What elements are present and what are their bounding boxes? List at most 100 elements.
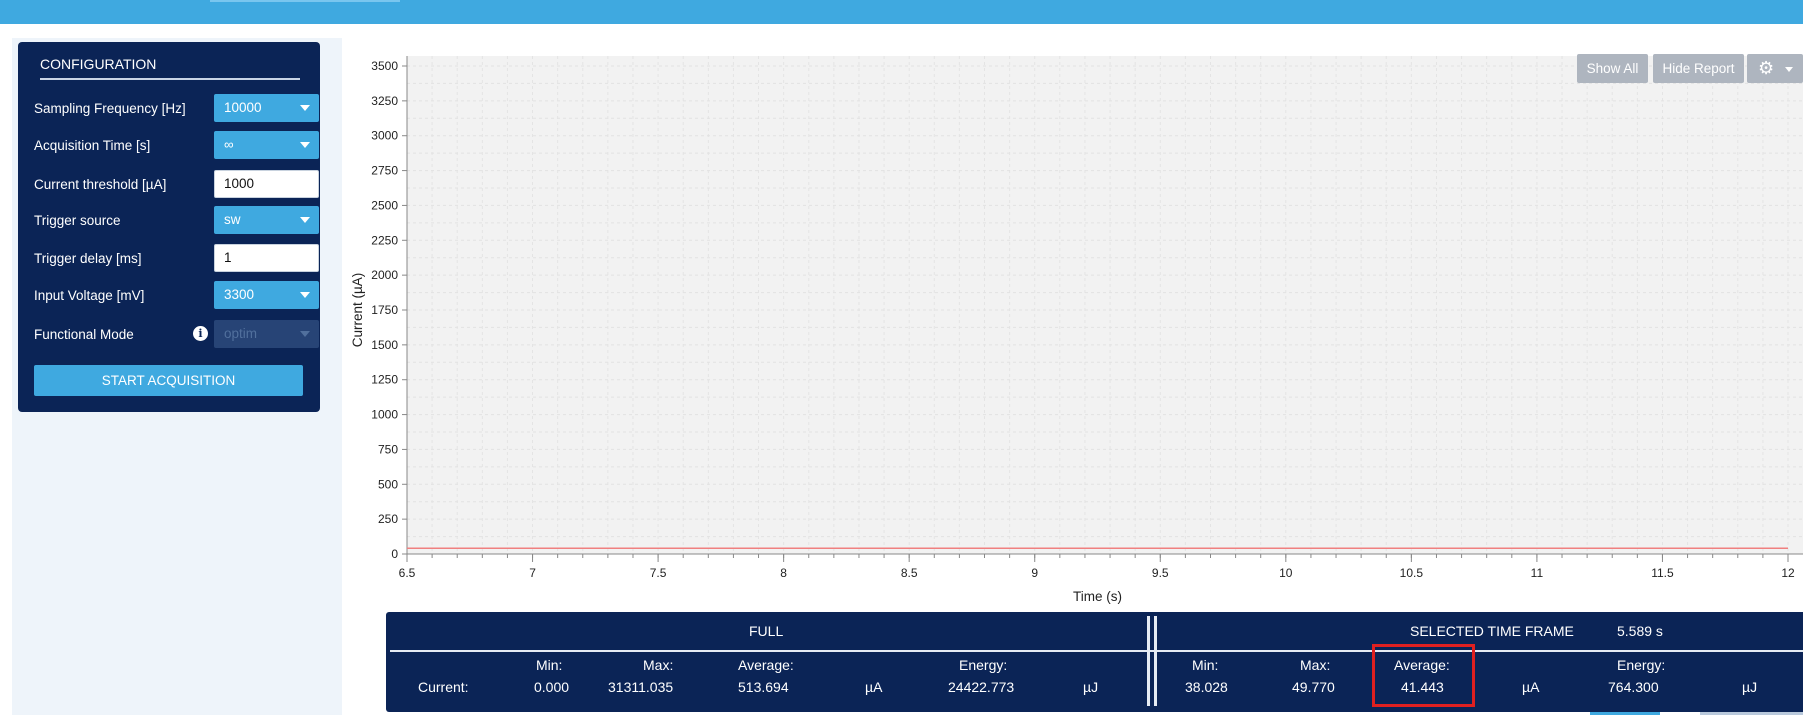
input-voltage-value: 3300 <box>224 287 255 302</box>
top-bar-tab-indicator <box>210 0 400 2</box>
x-tick-label: 11 <box>1531 566 1544 580</box>
y-tick-label: 2000 <box>371 268 398 282</box>
functional-mode-select: optim <box>214 320 319 348</box>
chevron-down-icon <box>1785 67 1793 72</box>
acquisition-time-label: Acquisition Time [s] <box>34 138 151 153</box>
trigger-delay-row: Trigger delay [ms] 1 <box>34 244 319 274</box>
x-tick-label: 9.5 <box>1152 566 1169 580</box>
chevron-down-icon <box>300 142 310 148</box>
full-min-header: Min: <box>536 657 563 673</box>
y-tick-label: 250 <box>378 512 398 526</box>
functional-mode-row: Functional Mode i optim <box>34 320 319 350</box>
y-tick-label: 3500 <box>371 59 398 73</box>
full-average-header: Average: <box>738 657 794 673</box>
full-average-value: 513.694 <box>738 679 789 695</box>
x-tick-label: 7.5 <box>650 566 667 580</box>
full-min-value: 0.000 <box>534 679 570 695</box>
y-tick-label: 1000 <box>371 408 398 422</box>
functional-mode-label: Functional Mode <box>34 327 134 342</box>
current-threshold-input[interactable]: 1000 <box>214 170 319 198</box>
y-tick-label: 2750 <box>371 164 398 178</box>
report-divider <box>1154 616 1157 706</box>
acquisition-time-select[interactable]: ∞ <box>214 131 319 159</box>
current-threshold-row: Current threshold [µA] 1000 <box>34 170 319 200</box>
full-energy-header: Energy: <box>959 657 1008 673</box>
x-tick-label: 8.5 <box>901 566 918 580</box>
selected-duration: 5.589 s <box>1617 623 1663 639</box>
trigger-source-select[interactable]: sw <box>214 206 319 234</box>
chevron-down-icon <box>300 292 310 298</box>
left-gutter <box>0 24 12 715</box>
top-bar <box>0 0 1803 24</box>
gear-icon: ⚙ <box>1758 58 1775 78</box>
x-tick-label: 12 <box>1781 566 1795 580</box>
configuration-title: CONFIGURATION <box>40 56 300 80</box>
report-divider <box>390 650 1803 652</box>
acquisition-time-row: Acquisition Time [s] ∞ <box>34 131 319 161</box>
sampling-frequency-select[interactable]: 10000 <box>214 94 319 122</box>
selected-energy-unit: µJ <box>1742 679 1758 695</box>
x-axis-label: Time (s) <box>1073 589 1122 604</box>
selected-max-value: 49.770 <box>1292 679 1335 695</box>
full-max-header: Max: <box>643 657 674 673</box>
full-energy-unit: µJ <box>1083 679 1099 695</box>
trigger-source-label: Trigger source <box>34 213 121 228</box>
report-divider <box>1147 616 1150 706</box>
current-threshold-label: Current threshold [µA] <box>34 177 167 192</box>
input-voltage-select[interactable]: 3300 <box>214 281 319 309</box>
full-average-unit: µA <box>865 679 883 695</box>
y-tick-label: 1500 <box>371 338 398 352</box>
sampling-frequency-value: 10000 <box>224 100 262 115</box>
current-row-label: Current: <box>418 679 469 695</box>
full-section-label: FULL <box>749 623 784 639</box>
trigger-delay-input[interactable]: 1 <box>214 244 319 272</box>
info-icon[interactable]: i <box>193 326 208 341</box>
chevron-down-icon <box>300 105 310 111</box>
chart-area: 0 250 500 750 1000 1250 1500 1750 2000 2250 2500 27… <box>342 38 1803 608</box>
selected-min-value: 38.028 <box>1185 679 1228 695</box>
y-tick-label: 0 <box>391 547 398 561</box>
y-tick-label: 750 <box>378 442 398 456</box>
x-tick-label: 6.5 <box>399 566 416 580</box>
y-tick-label: 3250 <box>371 94 398 108</box>
sampling-frequency-label: Sampling Frequency [Hz] <box>34 101 186 116</box>
input-voltage-label: Input Voltage [mV] <box>34 288 145 303</box>
trigger-source-value: sw <box>224 212 241 227</box>
full-max-value: 31311.035 <box>608 679 674 695</box>
configuration-panel: CONFIGURATION Sampling Frequency [Hz] 10… <box>18 42 320 412</box>
hide-report-button[interactable]: Hide Report <box>1653 54 1744 83</box>
input-voltage-row: Input Voltage [mV] 3300 <box>34 281 319 311</box>
start-acquisition-button[interactable]: START ACQUISITION <box>34 365 303 396</box>
selected-energy-header: Energy: <box>1617 657 1666 673</box>
selected-max-header: Max: <box>1300 657 1331 673</box>
selected-average-unit: µA <box>1522 679 1540 695</box>
average-highlight-box <box>1372 644 1475 707</box>
selected-min-header: Min: <box>1192 657 1219 673</box>
y-tick-label: 1750 <box>371 303 398 317</box>
settings-button[interactable]: ⚙ <box>1747 54 1803 83</box>
functional-mode-value: optim <box>224 326 258 341</box>
x-tick-label: 8 <box>780 566 787 580</box>
y-tick-label: 2500 <box>371 198 398 212</box>
selected-time-frame-label: SELECTED TIME FRAME <box>1410 623 1574 639</box>
trigger-source-row: Trigger source sw <box>34 206 319 236</box>
y-tick-label: 2250 <box>371 233 398 247</box>
chevron-down-icon <box>300 331 310 337</box>
report-panel: FULL SELECTED TIME FRAME 5.589 s Min: Ma… <box>386 612 1803 712</box>
selected-energy-value: 764.300 <box>1608 679 1659 695</box>
show-all-button[interactable]: Show All <box>1577 54 1648 83</box>
full-energy-value: 24422.773 <box>948 679 1015 695</box>
y-tick-label: 3000 <box>371 129 398 143</box>
y-axis-label: Current (µA) <box>350 273 365 348</box>
x-tick-label: 10.5 <box>1400 566 1424 580</box>
chevron-down-icon <box>300 217 310 223</box>
x-tick-label: 7 <box>529 566 536 580</box>
x-tick-label: 10 <box>1279 566 1293 580</box>
sampling-frequency-row: Sampling Frequency [Hz] 10000 <box>34 94 319 124</box>
x-tick-label: 9 <box>1031 566 1038 580</box>
y-tick-label: 500 <box>378 477 398 491</box>
x-tick-label: 11.5 <box>1651 566 1674 580</box>
acquisition-time-value: ∞ <box>224 137 234 152</box>
current-chart[interactable]: 0 250 500 750 1000 1250 1500 1750 2000 2250 2500 27… <box>342 38 1803 608</box>
y-tick-label: 1250 <box>371 373 398 387</box>
